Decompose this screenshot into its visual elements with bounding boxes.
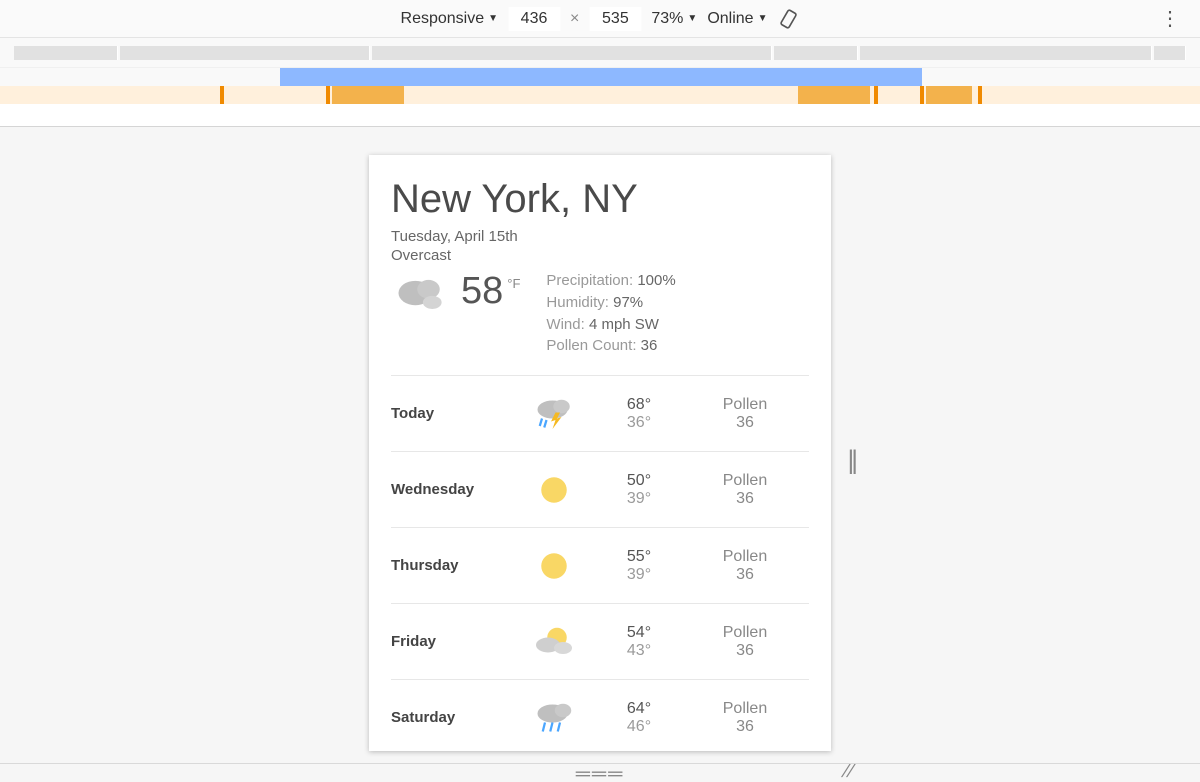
network-select[interactable]: Online ▼ xyxy=(707,10,767,28)
forecast-row: Wednesday 50°39°Pollen36 xyxy=(391,451,809,527)
forecast-pollen: Pollen36 xyxy=(681,472,809,508)
forecast-pollen-label: Pollen xyxy=(681,548,809,566)
partly-icon xyxy=(511,622,597,662)
condition-text: Overcast xyxy=(391,247,809,264)
forecast-pollen: Pollen36 xyxy=(681,548,809,584)
resize-handle-east[interactable]: || xyxy=(847,444,855,475)
forecast-pollen: Pollen36 xyxy=(681,624,809,660)
precip-label: Precipitation: xyxy=(546,272,633,289)
media-query-bar-maxwidth[interactable] xyxy=(0,68,1200,86)
device-viewport-area: New York, NY Tuesday, April 15th Overcas… xyxy=(0,127,1200,764)
forecast-high: 54° xyxy=(597,624,681,642)
forecast-day: Today xyxy=(391,405,511,422)
forecast-day: Thursday xyxy=(391,557,511,574)
forecast-row: Friday 54°43°Pollen36 xyxy=(391,603,809,679)
device-select-label: Responsive xyxy=(401,10,485,28)
precip-value: 100% xyxy=(637,272,675,289)
forecast-pollen-label: Pollen xyxy=(681,700,809,718)
device-select[interactable]: Responsive ▼ xyxy=(401,10,499,28)
forecast-low: 46° xyxy=(597,718,681,736)
width-input[interactable] xyxy=(508,7,560,31)
sunny-icon xyxy=(511,546,597,586)
city-name: New York, NY xyxy=(391,177,809,222)
rain-icon xyxy=(511,698,597,738)
weather-card: New York, NY Tuesday, April 15th Overcas… xyxy=(369,155,831,751)
forecast-pollen-value: 36 xyxy=(736,718,754,735)
forecast-pollen-value: 36 xyxy=(736,414,754,431)
forecast-pollen-label: Pollen xyxy=(681,624,809,642)
network-label: Online xyxy=(707,10,753,28)
forecast-temps: 68°36° xyxy=(597,396,681,432)
forecast-row: Thursday 55°39°Pollen36 xyxy=(391,527,809,603)
height-input[interactable] xyxy=(589,7,641,31)
forecast-high: 68° xyxy=(597,396,681,414)
forecast-temps: 64°46° xyxy=(597,700,681,736)
forecast-low: 43° xyxy=(597,642,681,660)
device-frame: New York, NY Tuesday, April 15th Overcas… xyxy=(369,155,831,751)
forecast-temps: 55°39° xyxy=(597,548,681,584)
forecast-pollen-value: 36 xyxy=(736,490,754,507)
forecast-high: 64° xyxy=(597,700,681,718)
forecast-low: 39° xyxy=(597,490,681,508)
forecast-pollen-value: 36 xyxy=(736,642,754,659)
sunny-icon xyxy=(511,470,597,510)
device-toolbar: Responsive ▼ × 73% ▼ Online ▼ ⋮ xyxy=(0,0,1200,38)
weather-details: Precipitation: 100% Humidity: 97% Wind: … xyxy=(546,270,675,357)
humidity-label: Humidity: xyxy=(546,294,609,311)
chevron-down-icon: ▼ xyxy=(687,13,697,24)
rotate-icon[interactable] xyxy=(777,8,799,30)
forecast-row: Saturday 64°46°Pollen36 xyxy=(391,679,809,751)
overcast-icon xyxy=(391,270,451,321)
forecast-list: Today68°36°Pollen36Wednesday50°39°Pollen… xyxy=(391,375,809,751)
forecast-row: Today 68°36°Pollen36 xyxy=(391,375,809,451)
forecast-high: 55° xyxy=(597,548,681,566)
pollen-value: 36 xyxy=(641,337,658,354)
humidity-value: 97% xyxy=(613,294,643,311)
forecast-temps: 50°39° xyxy=(597,472,681,508)
dimension-separator: × xyxy=(570,10,579,28)
media-query-bar-minwidth[interactable] xyxy=(0,86,1200,104)
resize-handle-south[interactable]: ═══ xyxy=(576,763,625,782)
pollen-label: Pollen Count: xyxy=(546,337,636,354)
forecast-temps: 54°43° xyxy=(597,624,681,660)
forecast-pollen: Pollen36 xyxy=(681,700,809,736)
thunderstorm-icon xyxy=(511,394,597,434)
chevron-down-icon: ▼ xyxy=(488,13,498,24)
forecast-pollen-label: Pollen xyxy=(681,396,809,414)
forecast-day: Wednesday xyxy=(391,481,511,498)
forecast-high: 50° xyxy=(597,472,681,490)
forecast-low: 39° xyxy=(597,566,681,584)
forecast-pollen: Pollen36 xyxy=(681,396,809,432)
forecast-day: Friday xyxy=(391,633,511,650)
forecast-day: Saturday xyxy=(391,709,511,726)
forecast-pollen-label: Pollen xyxy=(681,472,809,490)
wind-value: 4 mph SW xyxy=(589,316,659,333)
forecast-pollen-value: 36 xyxy=(736,566,754,583)
current-temp: 58 °F xyxy=(461,270,520,313)
resize-handle-southeast[interactable]: // xyxy=(839,761,857,782)
zoom-label: 73% xyxy=(651,10,683,28)
kebab-menu-icon[interactable]: ⋮ xyxy=(1160,9,1180,29)
ruler-ticks xyxy=(0,38,1200,68)
forecast-low: 36° xyxy=(597,414,681,432)
temp-unit: °F xyxy=(507,276,520,291)
date-text: Tuesday, April 15th xyxy=(391,228,809,245)
zoom-select[interactable]: 73% ▼ xyxy=(651,10,697,28)
current-temp-value: 58 xyxy=(461,270,503,313)
chevron-down-icon: ▼ xyxy=(758,13,768,24)
wind-label: Wind: xyxy=(546,316,584,333)
